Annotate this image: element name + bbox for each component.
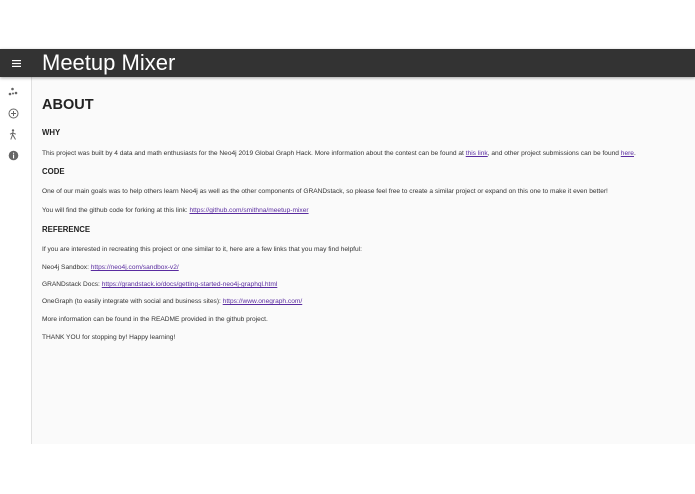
nav-drawer bbox=[0, 77, 32, 444]
reference-heading: REFERENCE bbox=[42, 225, 91, 234]
info-icon[interactable] bbox=[6, 148, 20, 162]
why-text-1: This project was built by 4 data and mat… bbox=[42, 150, 466, 157]
code-paragraph-2: You will find the github code for forkin… bbox=[42, 206, 309, 215]
reference-label: Neo4j Sandbox: bbox=[42, 264, 91, 271]
person-walking-icon[interactable] bbox=[6, 127, 20, 141]
more-info-text: More information can be found in the REA… bbox=[42, 316, 268, 323]
grandstack-docs-link[interactable]: https://grandstack.io/docs/getting-start… bbox=[102, 281, 278, 288]
why-paragraph: This project was built by 4 data and mat… bbox=[42, 149, 636, 158]
github-link[interactable]: https://github.com/smithna/meetup-mixer bbox=[189, 207, 308, 214]
code-heading: CODE bbox=[42, 167, 65, 176]
page-title: ABOUT bbox=[42, 97, 94, 113]
add-circle-icon[interactable] bbox=[6, 106, 20, 120]
about-content: ABOUT WHY This project was built by 4 da… bbox=[32, 77, 695, 444]
code-paragraph-2-text: You will find the github code for forkin… bbox=[42, 207, 190, 214]
reference-label: OneGraph (to easily integrate with socia… bbox=[42, 298, 223, 305]
scatter-icon[interactable] bbox=[6, 84, 20, 98]
why-text-2: , and other project submissions can be f… bbox=[487, 150, 621, 157]
submissions-link[interactable]: here bbox=[621, 150, 634, 157]
onegraph-link[interactable]: https://www.onegraph.com/ bbox=[223, 298, 303, 305]
code-paragraph-1: One of our main goals was to help others… bbox=[42, 188, 608, 195]
reference-item-sandbox: Neo4j Sandbox: https://neo4j.com/sandbox… bbox=[42, 263, 179, 272]
reference-label: GRANDstack Docs: bbox=[42, 281, 102, 288]
app-bar: Meetup Mixer bbox=[0, 49, 695, 77]
why-heading: WHY bbox=[42, 128, 61, 137]
reference-item-grandstack: GRANDstack Docs: https://grandstack.io/d… bbox=[42, 280, 277, 289]
contest-link[interactable]: this link bbox=[466, 150, 488, 157]
reference-item-onegraph: OneGraph (to easily integrate with socia… bbox=[42, 297, 302, 306]
why-text-3: . bbox=[633, 150, 636, 157]
thanks-text: THANK YOU for stopping by! Happy learnin… bbox=[42, 334, 176, 341]
sandbox-link[interactable]: https://neo4j.com/sandbox-v2/ bbox=[91, 264, 179, 271]
hamburger-menu-icon[interactable] bbox=[6, 53, 26, 73]
reference-intro: If you are interested in recreating this… bbox=[42, 246, 362, 253]
app-title: Meetup Mixer bbox=[42, 50, 176, 75]
